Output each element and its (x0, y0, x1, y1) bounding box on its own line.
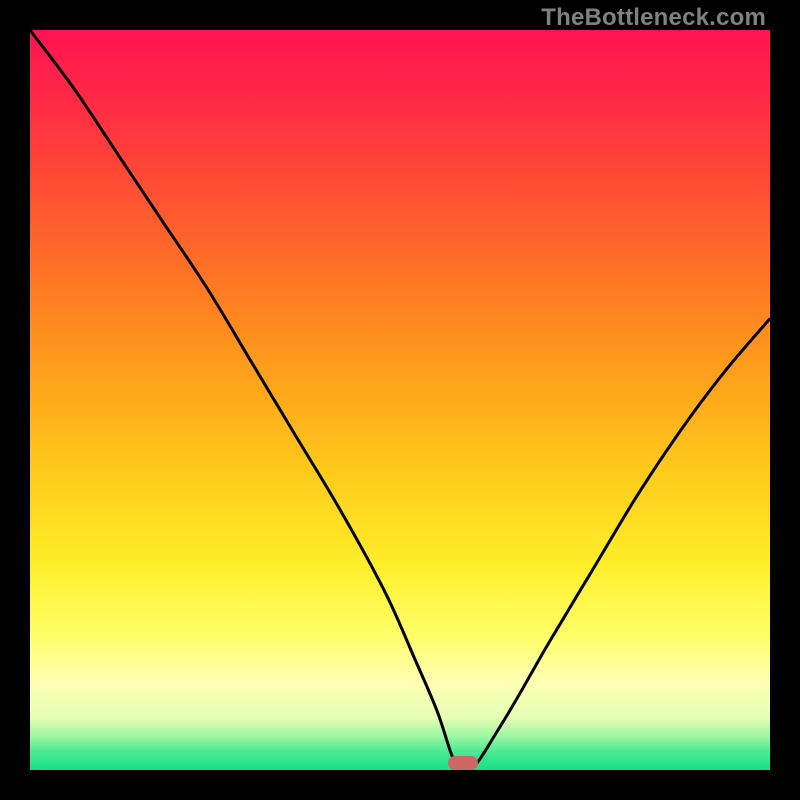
chart-frame: TheBottleneck.com (0, 0, 800, 800)
curve-path (30, 30, 770, 769)
plot-area (30, 30, 770, 770)
bottleneck-curve (30, 30, 770, 770)
optimal-marker (448, 756, 478, 770)
watermark-text: TheBottleneck.com (541, 4, 766, 32)
